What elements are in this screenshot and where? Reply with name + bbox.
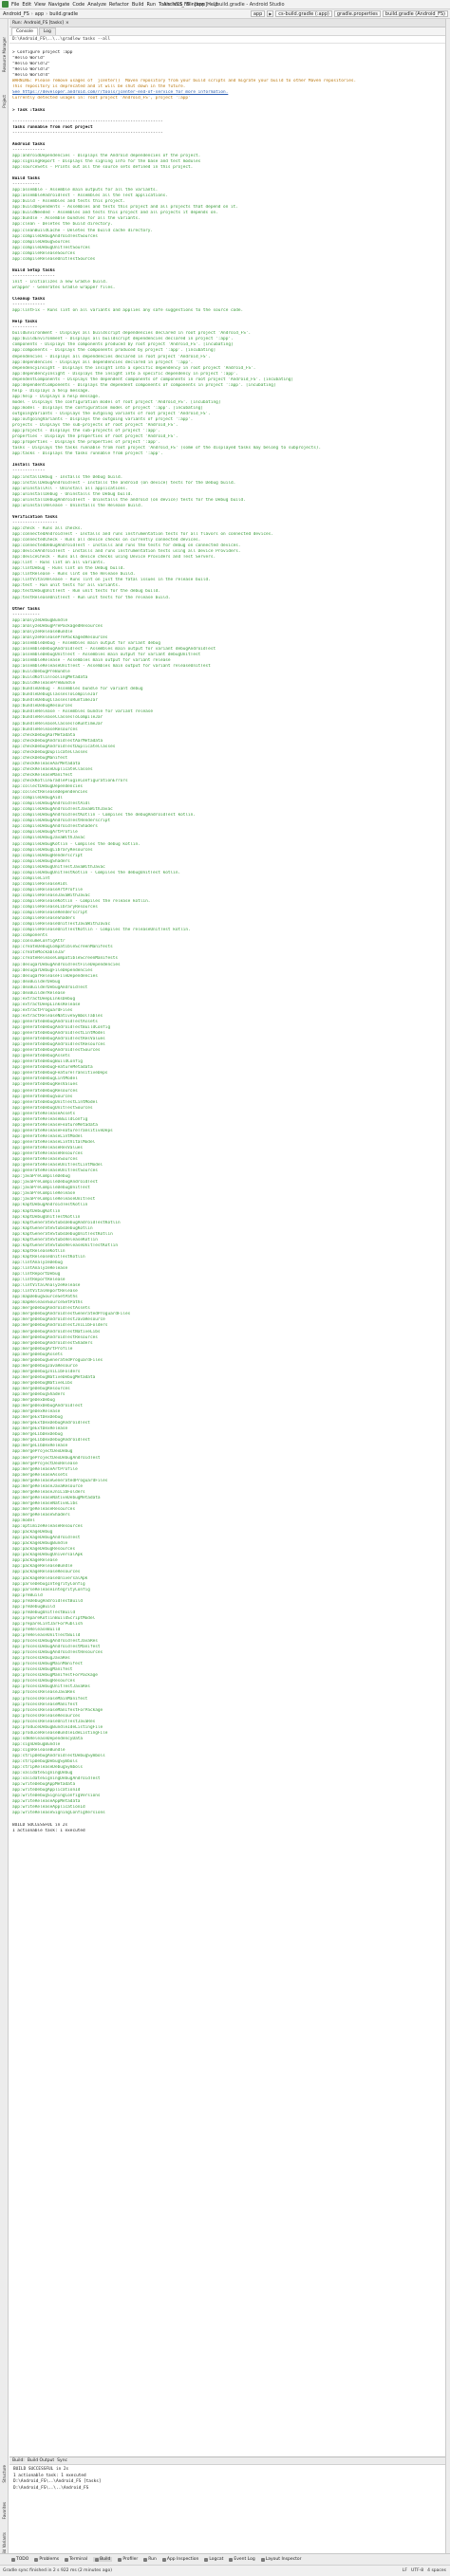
editor-tab-gradle-properties[interactable]: gradle.properties	[333, 10, 381, 17]
tool-tab-project[interactable]: Project	[0, 87, 9, 116]
tool-tab-resource-manager[interactable]: Resource Manager	[0, 27, 9, 83]
tool-tab-app-inspection[interactable]: App Inspection	[161, 2557, 199, 2562]
tool-tab-favorites[interactable]: Favorites	[0, 2494, 9, 2527]
run-tool-title: Run:	[12, 20, 23, 26]
breadcrumb-file[interactable]: build.gradle	[49, 11, 78, 17]
editor-tab-root-build-gradle[interactable]: build.gradle (Android_FS)	[382, 10, 448, 17]
breadcrumb-separator-icon: ›	[46, 10, 48, 17]
run-config-select[interactable]: app	[250, 10, 266, 17]
tab-console[interactable]: Console	[11, 28, 38, 35]
tool-tab-logcat[interactable]: Logcat	[204, 2557, 223, 2562]
editor-tab-label: gradle.properties	[336, 10, 378, 17]
tool-tab-label: Build	[100, 2557, 111, 2562]
layout-inspector-icon	[260, 2557, 265, 2562]
tool-tab-label: Logcat	[209, 2557, 224, 2562]
encoding-indicator[interactable]: UTF-8	[411, 2568, 423, 2573]
tab-log[interactable]: Log	[38, 28, 56, 35]
console-line: 1 actionable task: 1 executed	[12, 1828, 85, 1833]
menu-navigate[interactable]: Navigate	[48, 2, 69, 8]
window-title: Android_FS - [app] - ../build.gradle - A…	[163, 1, 285, 8]
event-log-icon	[229, 2557, 234, 2562]
breadcrumb-separator-icon: ›	[30, 10, 33, 17]
tool-tab-label: Layout Inspector	[265, 2557, 302, 2562]
tool-tab-label: Profiler	[122, 2557, 139, 2562]
problems-icon	[34, 2557, 39, 2562]
menu-view[interactable]: View	[34, 2, 46, 8]
tool-tab-terminal[interactable]: Terminal	[65, 2557, 87, 2562]
bottom-tool-bar: TODO Problems Terminal Build Profiler Ru…	[0, 2553, 450, 2565]
tool-tab-problems[interactable]: Problems	[34, 2557, 59, 2562]
run-config-label: app	[253, 10, 263, 17]
right-tool-strip	[445, 19, 450, 2563]
console-output[interactable]: > Configure project :app "Hello World" "He…	[12, 45, 441, 2454]
menu-bar: File Edit View Navigate Code Analyze Ref…	[0, 0, 450, 9]
build-icon	[95, 2557, 100, 2562]
run-subtabs: Console Log	[9, 28, 445, 36]
menu-file[interactable]: File	[11, 2, 19, 8]
tool-tab-label: Problems	[39, 2557, 60, 2562]
tool-tab-structure[interactable]: Structure	[0, 2456, 9, 2491]
status-message: Gradle sync finished in 2 s 922 ms (2 mi…	[3, 2568, 112, 2573]
build-panel: Build: Build Output Sync BUILD SUCCESSFU…	[9, 2456, 445, 2553]
menu-analyze[interactable]: Analyze	[87, 2, 106, 8]
tool-tab-label: App Inspection	[166, 2557, 199, 2562]
editor-tab-label: cs-build.gradle (:app)	[278, 10, 329, 17]
tool-tab-label: Terminal	[69, 2557, 88, 2562]
tool-tab-build[interactable]: Build	[93, 2557, 113, 2562]
tool-tab-event-log[interactable]: Event Log	[229, 2557, 255, 2562]
indent-indicator[interactable]: 4 spaces	[427, 2568, 446, 2573]
build-panel-title: Build:	[12, 2458, 25, 2463]
tool-tab-label: Event Log	[234, 2557, 255, 2562]
run-icon[interactable]: ▶	[267, 10, 274, 17]
run-icon	[143, 2557, 148, 2562]
app-inspection-icon	[161, 2557, 166, 2562]
editor-tab-app-build-gradle[interactable]: cs-build.gradle (:app)	[275, 10, 332, 17]
tool-tab-layout-inspector[interactable]: Layout Inspector	[260, 2557, 302, 2562]
run-tool-header: Run: Android_FS [tasks] ×	[9, 19, 445, 28]
build-message-line: D:\Android_FS\..\..\Android_FS	[13, 2485, 89, 2491]
close-icon[interactable]: ×	[66, 21, 69, 26]
tab-build-output[interactable]: Build Output	[28, 2458, 54, 2463]
tool-tab-todo[interactable]: TODO	[11, 2557, 28, 2562]
tool-tab-profiler[interactable]: Profiler	[118, 2557, 138, 2562]
menu-build[interactable]: Build	[132, 2, 144, 8]
build-panel-header: Build: Build Output Sync	[9, 2457, 445, 2465]
tool-tab-label: Favorites	[2, 2501, 7, 2520]
logcat-icon	[204, 2557, 209, 2562]
menu-run[interactable]: Run	[146, 2, 156, 8]
tool-tab-label: Project	[2, 95, 7, 108]
status-right: LF UTF-8 4 spaces	[403, 2568, 446, 2573]
line-separator-indicator[interactable]: LF	[403, 2568, 407, 2573]
status-bar: Gradle sync finished in 2 s 922 ms (2 mi…	[0, 2565, 450, 2576]
build-messages: BUILD SUCCESSFUL in 2s 1 actionable task…	[9, 2465, 445, 2493]
breadcrumb-module[interactable]: app	[35, 11, 44, 17]
tool-tab-run[interactable]: Run	[143, 2557, 157, 2562]
android-studio-logo-icon	[2, 1, 9, 8]
breadcrumb-project[interactable]: Android_FS	[3, 11, 29, 17]
terminal-icon	[65, 2557, 69, 2562]
left-tool-strip: Resource Manager Project Structure Favor…	[0, 19, 9, 2563]
editor-tab-label: build.gradle (Android_FS)	[384, 10, 445, 17]
navigation-bar: Android_FS › app › build.gradle app ▶ cs…	[0, 9, 450, 19]
tool-tab-label: Structure	[2, 2464, 7, 2483]
tool-tab-label: TODO	[16, 2557, 29, 2562]
tool-tab-label: Run	[148, 2557, 157, 2562]
tab-sync[interactable]: Sync	[57, 2458, 67, 2463]
command-line: D:\Android_FS\..\..\gradlew tasks --all	[9, 36, 445, 44]
tool-tab-label: Resource Manager	[2, 37, 7, 73]
menu-edit[interactable]: Edit	[22, 2, 31, 8]
editor-tabs: app ▶ cs-build.gradle (:app) gradle.prop…	[250, 10, 448, 17]
todo-icon	[11, 2557, 15, 2562]
menu-refactor[interactable]: Refactor	[109, 2, 129, 8]
run-tool-window: Run: Android_FS [tasks] × Console Log D:…	[9, 19, 445, 2563]
menu-code[interactable]: Code	[72, 2, 84, 8]
run-target-tab[interactable]: Android_FS [tasks]	[24, 21, 64, 26]
profiler-icon	[118, 2557, 122, 2562]
